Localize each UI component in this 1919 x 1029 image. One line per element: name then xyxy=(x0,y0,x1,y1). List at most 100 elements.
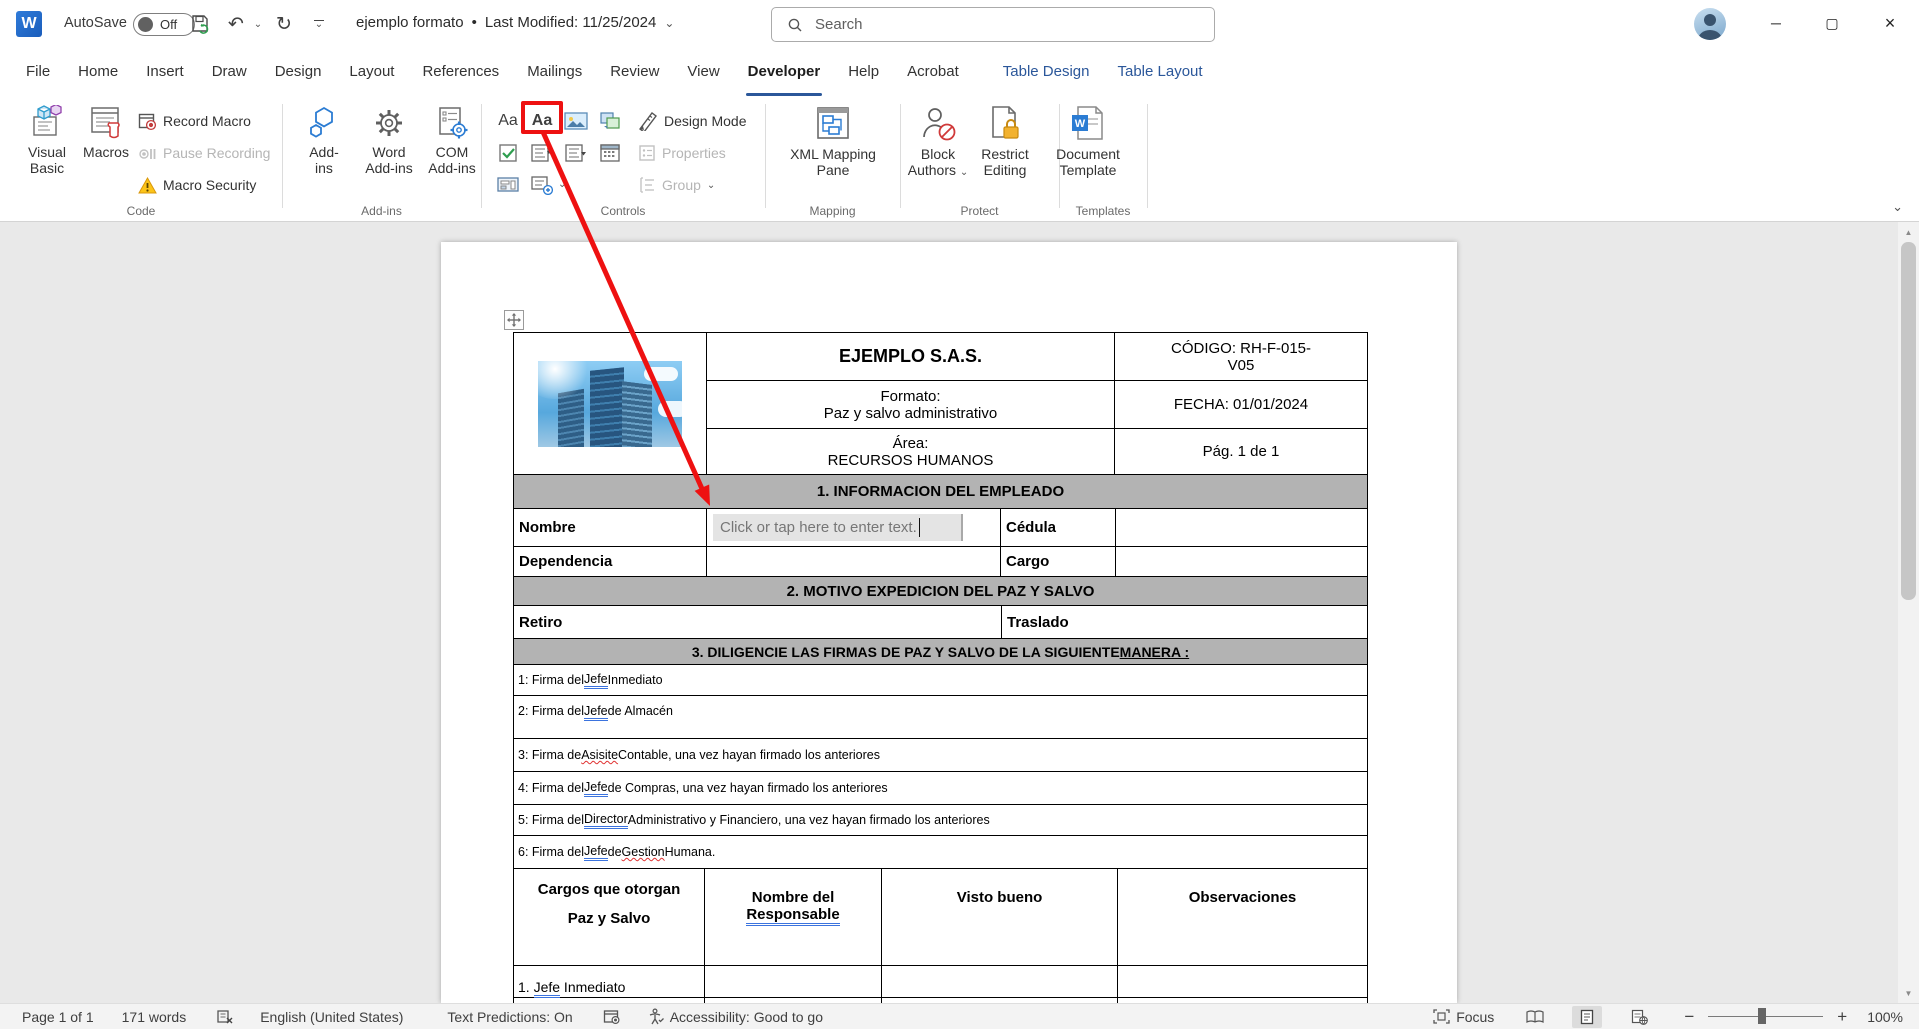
header-block: EJEMPLO S.A.S. CÓDIGO: RH-F-015- V05 For… xyxy=(514,333,1367,475)
text-segment: Contable, una vez hayan firmado los ante… xyxy=(618,748,880,762)
zoom-in-button[interactable]: + xyxy=(1837,1007,1847,1027)
tab-view[interactable]: View xyxy=(673,48,733,98)
sign-col3-header: Visto bueno xyxy=(882,869,1118,965)
tab-references[interactable]: References xyxy=(408,48,513,98)
building-block-gallery-control-button[interactable] xyxy=(596,108,624,134)
tab-draw[interactable]: Draw xyxy=(198,48,261,98)
sign-col4-label: Observaciones xyxy=(1189,889,1297,906)
dropdown-list-content-control-button[interactable] xyxy=(562,140,590,166)
focus-mode-button[interactable]: Focus xyxy=(1433,1009,1494,1025)
nombre-content-control[interactable]: Click or tap here to enter text. xyxy=(713,514,963,541)
proofing-status[interactable] xyxy=(216,1009,234,1025)
text-segment: 4: Firma del xyxy=(518,781,584,795)
tab-table-layout[interactable]: Table Layout xyxy=(1103,48,1216,98)
visual-basic-button[interactable]: VisualBasic xyxy=(18,105,76,176)
macros-button[interactable]: Macros xyxy=(80,105,132,160)
legacy-tools-button[interactable] xyxy=(494,172,522,198)
record-macro-label: Record Macro xyxy=(163,113,251,129)
addins-button[interactable]: Add-ins xyxy=(296,105,352,176)
page-indicator[interactable]: Page 1 of 1 xyxy=(22,1009,94,1025)
close-button[interactable]: × xyxy=(1861,0,1919,46)
tab-table-design[interactable]: Table Design xyxy=(989,48,1104,98)
record-macro-button[interactable]: Record Macro xyxy=(138,109,251,133)
zoom-out-button[interactable]: − xyxy=(1684,1007,1694,1027)
read-mode-button[interactable] xyxy=(1520,1006,1550,1028)
word-count[interactable]: 171 words xyxy=(122,1009,187,1025)
section2-title: 2. MOTIVO EXPEDICION DEL PAZ Y SALVO xyxy=(787,583,1095,600)
tab-mailings[interactable]: Mailings xyxy=(513,48,596,98)
tab-home[interactable]: Home xyxy=(64,48,132,98)
rich-text-content-control-button[interactable]: Aa xyxy=(494,108,522,134)
combo-box-content-control-button[interactable] xyxy=(528,140,556,166)
dependencia-field-cell[interactable] xyxy=(707,547,1001,576)
sign-row1-nombre-cell[interactable] xyxy=(705,966,882,997)
word-addins-button[interactable]: WordAdd-ins xyxy=(358,105,420,176)
redo-button[interactable]: ↻ xyxy=(272,10,296,38)
date-picker-content-control-button[interactable] xyxy=(596,140,624,166)
tab-acrobat[interactable]: Acrobat xyxy=(893,48,973,98)
grammar-marked-text: Jefe xyxy=(584,704,608,721)
tab-developer[interactable]: Developer xyxy=(734,48,835,98)
tab-help[interactable]: Help xyxy=(834,48,893,98)
accessibility-status[interactable]: Accessibility: Good to go xyxy=(647,1008,823,1025)
checkbox-content-control-button[interactable] xyxy=(494,140,522,166)
chevron-down-icon: ⌄ xyxy=(707,180,715,191)
pause-recording-icon xyxy=(138,144,157,163)
zoom-slider[interactable] xyxy=(1708,1016,1823,1017)
macro-security-button[interactable]: Macro Security xyxy=(138,173,256,197)
language-indicator[interactable]: English (United States) xyxy=(260,1009,403,1025)
collapse-ribbon-button[interactable]: ⌄ xyxy=(1892,199,1903,215)
save-button[interactable] xyxy=(186,10,214,38)
traslado-cell[interactable]: Traslado xyxy=(1002,606,1367,638)
zoom-level[interactable]: 100% xyxy=(1867,1009,1903,1025)
macro-recording-indicator[interactable] xyxy=(603,1009,621,1025)
sign-row1-visto-cell[interactable] xyxy=(882,966,1118,997)
minus-icon: − xyxy=(1684,1007,1694,1027)
cargo-field-cell[interactable] xyxy=(1116,547,1367,576)
text-segment: de Compras, una vez hayan firmado los an… xyxy=(608,781,888,795)
scroll-down-arrow[interactable]: ▼ xyxy=(1898,985,1919,1001)
design-mode-button[interactable]: Design Mode xyxy=(638,109,747,133)
account-avatar[interactable] xyxy=(1694,8,1726,40)
tab-file[interactable]: File xyxy=(12,48,64,98)
dependencia-label: Dependencia xyxy=(519,553,612,570)
design-mode-label: Design Mode xyxy=(664,113,747,129)
com-addins-button[interactable]: COMAdd-ins xyxy=(424,105,480,176)
cedula-field-cell[interactable] xyxy=(1116,509,1367,546)
repeating-section-content-control-button[interactable] xyxy=(528,172,556,198)
restrict-editing-button[interactable]: RestrictEditing xyxy=(976,105,1034,178)
text-predictions-indicator[interactable]: Text Predictions: On xyxy=(447,1009,572,1025)
tab-design[interactable]: Design xyxy=(261,48,336,98)
grammar-marked-text: Jefe xyxy=(584,672,608,689)
sign-row1-obs-cell[interactable] xyxy=(1118,966,1367,997)
com-addins-label: COM xyxy=(436,144,469,160)
undo-button[interactable]: ↶ xyxy=(224,10,248,38)
web-layout-button[interactable] xyxy=(1624,1006,1654,1028)
accessibility-label: Accessibility: Good to go xyxy=(670,1009,823,1025)
titlebar: W AutoSave Off ↶ ⌄ ↻ ⌄ ejemplo formato • xyxy=(0,0,1919,48)
xml-mapping-pane-button[interactable]: XML MappingPane xyxy=(794,105,872,178)
print-layout-button[interactable] xyxy=(1572,1006,1602,1028)
customize-quick-access-toolbar-button[interactable]: ⌄ xyxy=(308,10,330,38)
block-authors-button[interactable]: Block Authors ⌄ xyxy=(906,105,970,181)
document-template-button[interactable]: W DocumentTemplate xyxy=(1048,105,1128,178)
minimize-button[interactable]: ─ xyxy=(1749,0,1803,46)
vertical-scrollbar[interactable]: ▲ ▼ xyxy=(1898,222,1919,1003)
search-input[interactable]: Search xyxy=(771,7,1215,42)
tab-insert[interactable]: Insert xyxy=(132,48,198,98)
word-logo[interactable]: W xyxy=(16,11,42,37)
retiro-cell[interactable]: Retiro xyxy=(514,606,1002,638)
document-title-dropdown[interactable]: ejemplo formato • Last Modified: 11/25/2… xyxy=(356,14,674,31)
scrollbar-thumb[interactable] xyxy=(1901,242,1916,600)
chevron-down-icon[interactable]: ⌄ xyxy=(558,179,566,190)
zoom-slider-thumb[interactable] xyxy=(1758,1008,1766,1024)
maximize-button[interactable]: ▢ xyxy=(1805,0,1859,46)
table-move-handle[interactable] xyxy=(504,310,524,330)
text-segment: 1: Firma del xyxy=(518,673,584,687)
section2-band: 2. MOTIVO EXPEDICION DEL PAZ Y SALVO xyxy=(514,577,1367,606)
picture-content-control-button[interactable] xyxy=(562,108,590,134)
undo-dropdown[interactable]: ⌄ xyxy=(250,10,266,38)
tab-review[interactable]: Review xyxy=(596,48,673,98)
tab-layout[interactable]: Layout xyxy=(335,48,408,98)
scroll-up-arrow[interactable]: ▲ xyxy=(1898,224,1919,240)
